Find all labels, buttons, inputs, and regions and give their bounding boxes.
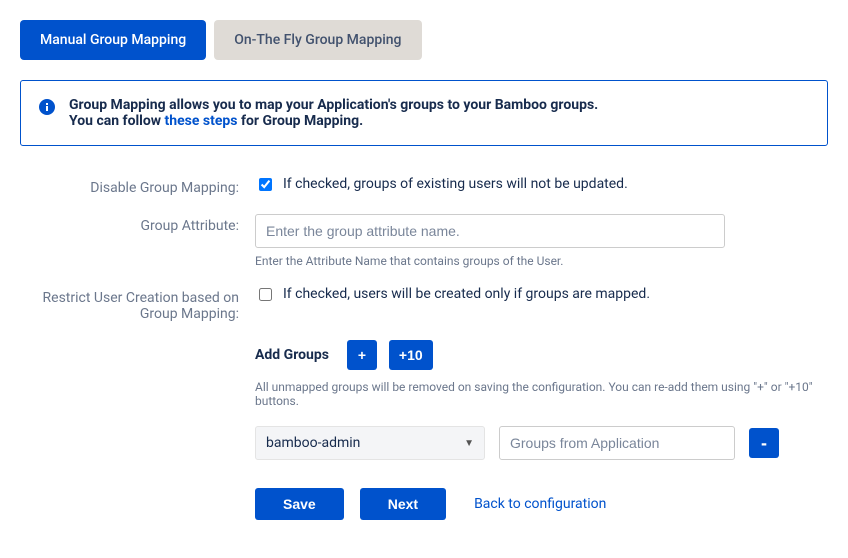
chevron-down-icon: ▼: [464, 438, 474, 449]
these-steps-link[interactable]: these steps: [165, 113, 238, 129]
group-attribute-label: Group Attribute:: [30, 214, 255, 268]
add-group-plus-button[interactable]: +: [347, 340, 377, 370]
disable-group-mapping-row: If checked, groups of existing users wil…: [255, 176, 828, 194]
bamboo-group-value: bamboo-admin: [266, 435, 360, 451]
application-group-input[interactable]: [499, 426, 735, 460]
restrict-user-creation-label: Restrict User Creation based on Group Ma…: [30, 286, 255, 322]
restrict-user-creation-row: If checked, users will be created only i…: [255, 286, 828, 304]
restrict-user-creation-checkbox[interactable]: [259, 288, 272, 301]
next-button[interactable]: Next: [360, 488, 446, 520]
info-panel: Group Mapping allows you to map your App…: [20, 80, 828, 146]
bamboo-group-select[interactable]: bamboo-admin ▼: [255, 426, 485, 460]
add-groups-label: Add Groups: [255, 347, 329, 363]
save-button[interactable]: Save: [255, 488, 344, 520]
remove-mapping-button[interactable]: -: [749, 428, 779, 458]
disable-group-mapping-checkbox[interactable]: [259, 178, 272, 191]
info-text-post: for Group Mapping.: [237, 113, 363, 129]
tabs: Manual Group Mapping On-The Fly Group Ma…: [20, 20, 828, 60]
add-groups-row: Add Groups + +10: [255, 340, 828, 370]
tab-manual-group-mapping[interactable]: Manual Group Mapping: [20, 20, 206, 60]
restrict-user-creation-text: If checked, users will be created only i…: [283, 286, 650, 302]
disable-group-mapping-text: If checked, groups of existing users wil…: [283, 176, 628, 192]
group-attribute-help: Enter the Attribute Name that contains g…: [255, 254, 828, 268]
add-groups-help: All unmapped groups will be removed on s…: [255, 380, 828, 408]
actions-row: Save Next Back to configuration: [255, 488, 828, 520]
info-icon: [39, 99, 55, 115]
disable-group-mapping-label: Disable Group Mapping:: [30, 176, 255, 196]
add-group-plus10-button[interactable]: +10: [389, 340, 433, 370]
form: Disable Group Mapping: If checked, group…: [20, 176, 828, 520]
group-attribute-input[interactable]: [255, 214, 725, 248]
back-to-configuration-link[interactable]: Back to configuration: [474, 496, 606, 512]
info-text-line1: Group Mapping allows you to map your App…: [69, 97, 811, 113]
info-text-pre: You can follow: [69, 113, 165, 129]
group-mapping-row: bamboo-admin ▼ -: [255, 426, 828, 460]
tab-on-the-fly-group-mapping[interactable]: On-The Fly Group Mapping: [214, 20, 421, 60]
info-text-line2: You can follow these steps for Group Map…: [69, 113, 811, 129]
